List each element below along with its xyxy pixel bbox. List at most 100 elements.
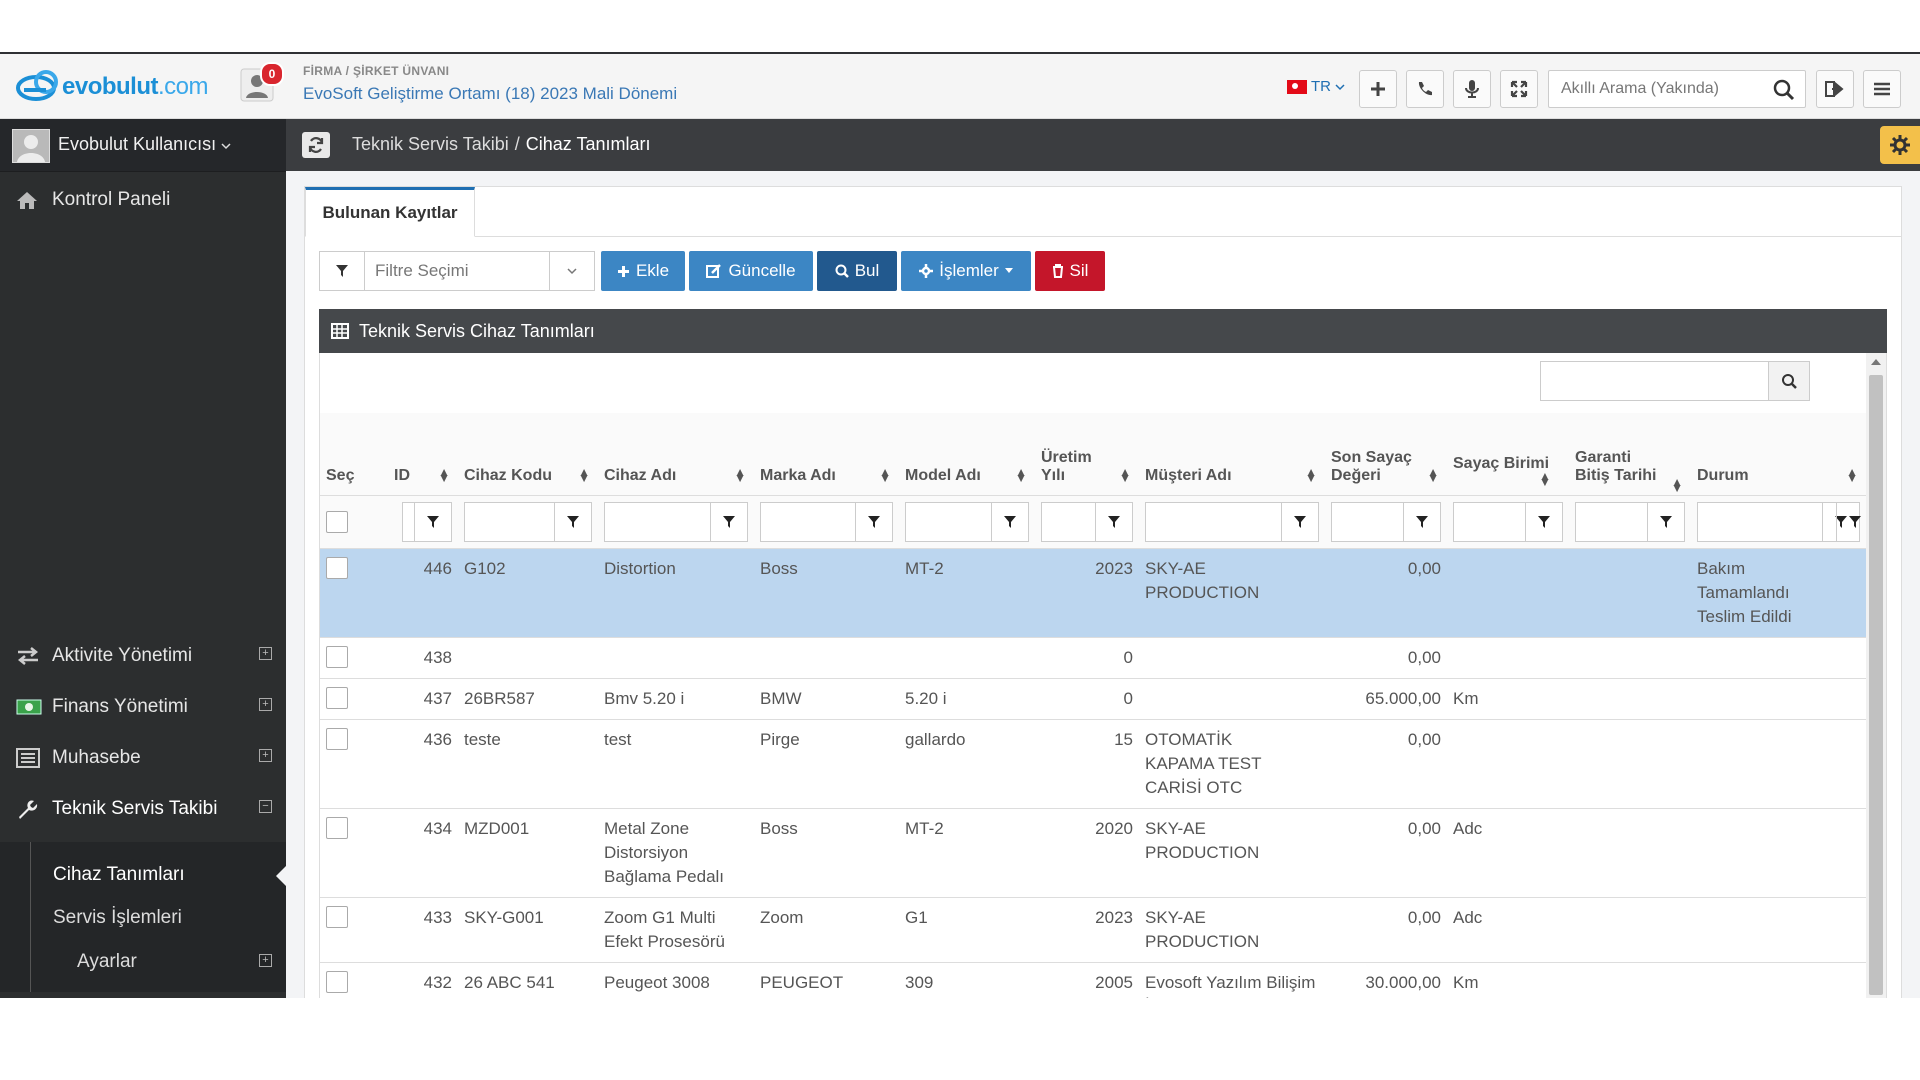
- table-row[interactable]: 446 G102 Distortion Boss MT-2 2023 SKY-A…: [320, 548, 1866, 638]
- sidebar-item-teknik-servis-takibi[interactable]: Teknik Servis Takibi −: [0, 784, 286, 834]
- filter-icon[interactable]: [554, 503, 591, 541]
- find-button[interactable]: Bul: [817, 251, 897, 291]
- column-filter-input[interactable]: [604, 502, 748, 542]
- grid-search-field[interactable]: [1540, 361, 1810, 401]
- add-new-button[interactable]: [1359, 70, 1397, 108]
- expand-plus-icon[interactable]: +: [259, 749, 272, 762]
- expand-plus-icon[interactable]: +: [259, 647, 272, 660]
- sort-icon[interactable]: ▲ ▼: [734, 466, 746, 484]
- submenu-item-cihaz-tanimlari[interactable]: Cihaz Tanımları: [53, 864, 185, 886]
- phone-button[interactable]: [1406, 70, 1444, 108]
- row-checkbox[interactable]: [326, 906, 348, 928]
- user-menu[interactable]: Evobulut Kullanıcısı: [0, 119, 286, 172]
- column-filter-input[interactable]: [905, 502, 1029, 542]
- scroll-up-arrow[interactable]: [1871, 359, 1881, 365]
- collapse-minus-icon[interactable]: −: [259, 800, 272, 813]
- sort-icon[interactable]: ▲ ▼: [1539, 470, 1551, 488]
- filter-icon[interactable]: [855, 503, 892, 541]
- row-checkbox[interactable]: [326, 728, 348, 750]
- sidebar-item-finans-yonetimi[interactable]: Finans Yönetimi +: [0, 682, 286, 732]
- smart-search-field[interactable]: [1548, 70, 1806, 108]
- operations-dropdown-button[interactable]: İşlemler: [901, 251, 1031, 291]
- table-row[interactable]: 438 0 0,00: [320, 637, 1866, 679]
- column-filter-input[interactable]: [1453, 502, 1563, 542]
- sort-icon[interactable]: ▲ ▼: [1671, 476, 1683, 494]
- row-checkbox[interactable]: [326, 817, 348, 839]
- delete-button[interactable]: Sil: [1035, 251, 1105, 291]
- table-row[interactable]: 437 26BR587 Bmv 5.20 i BMW 5.20 i 0 65.0…: [320, 678, 1866, 720]
- select-all-checkbox[interactable]: [326, 511, 348, 533]
- sort-icon[interactable]: ▲ ▼: [1119, 466, 1131, 484]
- grid-search-button[interactable]: [1768, 362, 1809, 400]
- column-header-cihaz-adi[interactable]: Cihaz Adı ▲ ▼: [598, 413, 754, 496]
- column-header-durum[interactable]: Durum ▲ ▼: [1691, 413, 1866, 496]
- page-settings-button[interactable]: [1880, 126, 1920, 164]
- expand-plus-icon[interactable]: +: [259, 698, 272, 711]
- grid-scrollbar[interactable]: [1866, 353, 1886, 998]
- row-checkbox[interactable]: [326, 687, 348, 709]
- column-header-uretim-yili[interactable]: Üretim Yılı ▲ ▼: [1035, 413, 1139, 496]
- microphone-button[interactable]: [1453, 70, 1491, 108]
- column-header-model-adi[interactable]: Model Adı ▲ ▼: [899, 413, 1035, 496]
- scrollbar-thumb[interactable]: [1869, 375, 1883, 995]
- sort-icon[interactable]: ▲ ▼: [578, 466, 590, 484]
- sort-icon[interactable]: ▲ ▼: [879, 466, 891, 484]
- sort-icon[interactable]: ▲ ▼: [1427, 466, 1439, 484]
- filter-icon[interactable]: [1647, 503, 1684, 541]
- column-header-sayac-birimi[interactable]: Sayaç Birimi ▲ ▼: [1447, 413, 1569, 496]
- column-filter-input[interactable]: [402, 502, 452, 542]
- filter-icon[interactable]: [1525, 503, 1562, 541]
- language-selector[interactable]: TR: [1287, 78, 1345, 95]
- column-filter-input[interactable]: [1041, 502, 1133, 542]
- filter-icon[interactable]: [1403, 503, 1440, 541]
- breadcrumb-parent-link[interactable]: Teknik Servis Takibi: [352, 134, 509, 154]
- filter-icon[interactable]: [991, 503, 1028, 541]
- search-icon[interactable]: [1773, 79, 1795, 101]
- sort-icon[interactable]: ▲ ▼: [1846, 466, 1858, 484]
- sort-icon[interactable]: ▲ ▼: [1305, 466, 1317, 484]
- refresh-button[interactable]: [302, 132, 330, 158]
- table-row[interactable]: 432 26 ABC 541 Peugeot 3008 PEUGEOT 309 …: [320, 962, 1866, 998]
- row-checkbox[interactable]: [326, 971, 348, 993]
- column-filter-input[interactable]: [1145, 502, 1319, 542]
- column-header-marka-adi[interactable]: Marka Adı ▲ ▼: [754, 413, 899, 496]
- sort-icon[interactable]: ▲ ▼: [1015, 466, 1027, 484]
- sort-icon[interactable]: ▲ ▼: [438, 466, 450, 484]
- expand-plus-icon[interactable]: +: [259, 954, 272, 967]
- filter-icon[interactable]: [414, 503, 451, 541]
- submenu-item-servis-islemleri[interactable]: Servis İşlemleri: [53, 907, 182, 929]
- column-header-id[interactable]: ID ▲ ▼: [388, 413, 458, 496]
- fullscreen-button[interactable]: [1500, 70, 1538, 108]
- column-filter-input[interactable]: [464, 502, 592, 542]
- brand-logo[interactable]: evobulut.com: [14, 68, 209, 106]
- menu-button[interactable]: [1863, 70, 1901, 108]
- column-header-garanti-bitis-tarihi[interactable]: Garanti Bitiş Tarihi ▲ ▼: [1569, 413, 1691, 496]
- update-button[interactable]: Güncelle: [689, 251, 813, 291]
- table-row[interactable]: 436 teste test Pirge gallardo 15 OTOMATİ…: [320, 719, 1866, 809]
- sidebar-item-muhasebe[interactable]: Muhasebe +: [0, 733, 286, 783]
- filter-button[interactable]: [319, 251, 365, 291]
- sidebar-item-aktivite-yonetimi[interactable]: Aktivite Yönetimi +: [0, 631, 286, 681]
- sidebar-item-kontrol-paneli[interactable]: Kontrol Paneli: [0, 175, 286, 225]
- filter-select[interactable]: Filtre Seçimi: [365, 251, 595, 291]
- logout-button[interactable]: [1816, 70, 1854, 108]
- column-header-son-sayac-degeri[interactable]: Son Sayaç Değeri ▲ ▼: [1325, 413, 1447, 496]
- filter-icon[interactable]: [1095, 503, 1132, 541]
- filter-icon[interactable]: [1281, 503, 1318, 541]
- column-header-musteri-adi[interactable]: Müşteri Adı ▲ ▼: [1139, 413, 1325, 496]
- column-filter-input[interactable]: [760, 502, 893, 542]
- row-checkbox[interactable]: [326, 646, 348, 668]
- table-row[interactable]: 433 SKY-G001 Zoom G1 Multi Efekt Prosesö…: [320, 897, 1866, 963]
- row-checkbox[interactable]: [326, 557, 348, 579]
- tab-bulunan-kayitlar[interactable]: Bulunan Kayıtlar: [305, 187, 475, 237]
- column-filter-input[interactable]: [1331, 502, 1441, 542]
- column-header-cihaz-kodu[interactable]: Cihaz Kodu ▲ ▼: [458, 413, 598, 496]
- company-name-link[interactable]: EvoSoft Geliştirme Ortamı (18) 2023 Mali…: [303, 84, 677, 104]
- filter-icon[interactable]: [710, 503, 747, 541]
- submenu-item-ayarlar[interactable]: Ayarlar: [77, 951, 137, 973]
- smart-search-input[interactable]: [1549, 71, 1763, 107]
- add-button[interactable]: Ekle: [601, 251, 685, 291]
- column-filter-input[interactable]: [1575, 502, 1685, 542]
- notifications-button[interactable]: 0: [240, 62, 284, 102]
- table-row[interactable]: 434 MZD001 Metal Zone Distorsiyon Bağlam…: [320, 808, 1866, 898]
